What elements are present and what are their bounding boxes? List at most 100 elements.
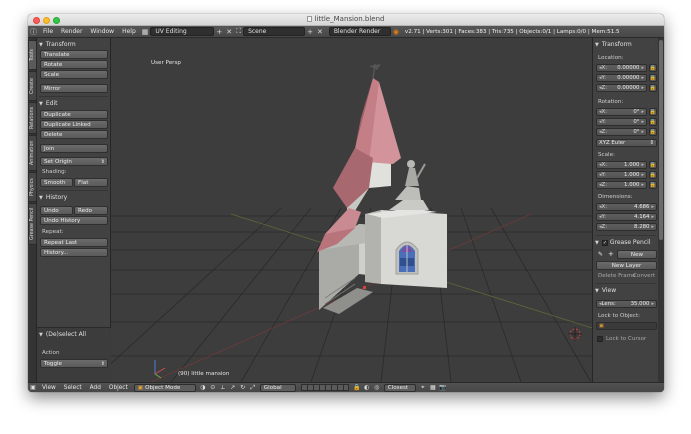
shade-smooth-button[interactable]: Smooth — [40, 178, 73, 187]
lock-object-field[interactable]: ▣ — [596, 322, 657, 330]
increment-arrow-icon[interactable]: ▸ — [651, 204, 654, 210]
increment-arrow-icon[interactable]: ▸ — [641, 182, 644, 188]
lock-to-cursor-checkbox[interactable] — [597, 336, 603, 342]
remove-scene-icon[interactable]: ✕ — [317, 28, 323, 36]
delete-frame-button[interactable]: Delete Frame — [598, 273, 636, 279]
location-y-field[interactable]: ◂ Y: 0.00000 ▸ — [596, 74, 647, 82]
grease-pencil-panel-header[interactable]: ▼ ✓ Grease Pencil ⋰ — [595, 238, 656, 247]
dimensions-z-field[interactable]: ◂ Z: 8.280 ▸ — [596, 223, 657, 231]
panel-grip-icon[interactable]: ⋰ — [102, 101, 107, 107]
panel-grip-icon[interactable]: ⋰ — [650, 288, 655, 294]
lock-icon[interactable]: 🔒 — [649, 181, 657, 189]
tab-grease-pencil[interactable]: Grease Pencil — [28, 203, 37, 245]
repeat-history-button[interactable]: History... — [40, 248, 108, 257]
opengl-render-icon[interactable]: 📷 — [439, 384, 447, 392]
undo-button[interactable]: Undo — [40, 206, 73, 215]
set-origin-button[interactable]: Set Origin ⇕ — [40, 157, 108, 166]
new-layer-button[interactable]: New Layer — [596, 261, 657, 270]
increment-arrow-icon[interactable]: ▸ — [641, 75, 644, 81]
scale-button[interactable]: Scale — [40, 70, 108, 79]
convert-button[interactable]: Convert — [633, 273, 655, 279]
panel-grip-icon[interactable]: ⋰ — [103, 332, 108, 338]
tab-physics[interactable]: Physics — [28, 172, 37, 202]
rotate-manipulator-icon[interactable]: ↻ — [239, 384, 247, 392]
scene-icon[interactable]: ⛶ — [236, 27, 241, 36]
add-screen-icon[interactable]: + — [216, 28, 222, 36]
increment-arrow-icon[interactable]: ▸ — [641, 162, 644, 168]
rotate-button[interactable]: Rotate — [40, 60, 108, 69]
scene-selector[interactable]: Scene — [243, 27, 306, 36]
lock-layers-icon[interactable]: 🔒 — [353, 384, 361, 392]
rotation-x-field[interactable]: ◂ X: 0° ▸ — [596, 108, 647, 116]
panel-grip-icon[interactable]: ⋰ — [650, 240, 655, 246]
rotation-y-field[interactable]: ◂ Y: 0° ▸ — [596, 118, 647, 126]
layer-grid[interactable] — [300, 384, 349, 391]
panel-grip-icon[interactable]: ⋰ — [102, 195, 107, 201]
increment-arrow-icon[interactable]: ▸ — [641, 172, 644, 178]
screen-layout-selector[interactable]: UV Editing — [150, 27, 215, 36]
repeat-last-button[interactable]: Repeat Last — [40, 238, 108, 247]
lock-icon[interactable]: 🔒 — [649, 128, 657, 136]
tab-create[interactable]: Create — [28, 71, 37, 101]
lock-icon[interactable]: 🔒 — [649, 171, 657, 179]
undo-history-button[interactable]: Undo History — [40, 216, 108, 225]
render-engine-selector[interactable]: Blender Render — [328, 27, 391, 36]
mirror-button[interactable]: Mirror — [40, 84, 108, 93]
dimensions-x-field[interactable]: ◂ X: 4.686 ▸ — [596, 203, 657, 211]
mansion-model[interactable] — [317, 63, 447, 314]
scrollbar-thumb[interactable] — [659, 40, 663, 240]
duplicate-button[interactable]: Duplicate — [40, 110, 108, 119]
panel-grip-icon[interactable]: ⋰ — [102, 42, 107, 48]
action-selector[interactable]: Toggle ⇕ — [40, 359, 108, 368]
increment-arrow-icon[interactable]: ▸ — [641, 109, 644, 115]
lock-icon[interactable]: 🔒 — [649, 74, 657, 82]
transform-orientation-selector[interactable]: Global — [259, 383, 296, 392]
delete-button[interactable]: Delete — [40, 130, 108, 139]
scale-manipulator-icon[interactable]: ⤢ — [249, 384, 257, 392]
operator-panel-header[interactable]: ▼ (De)select All ⋰ — [39, 330, 109, 339]
editor-type-3d-view-icon[interactable]: ▣ — [29, 384, 37, 392]
translate-button[interactable]: Translate — [40, 50, 108, 59]
manipulator-toggle-icon[interactable]: ⟂ — [219, 384, 227, 392]
add-scene-icon[interactable]: + — [307, 28, 313, 36]
scale-z-field[interactable]: ◂ Z: 1.000 ▸ — [596, 181, 647, 189]
lock-icon[interactable]: 🔒 — [649, 118, 657, 126]
interaction-mode-selector[interactable]: ▣ Object Mode — [133, 383, 196, 392]
scale-y-field[interactable]: ◂ Y: 1.000 ▸ — [596, 171, 647, 179]
tab-animation[interactable]: Animation — [28, 135, 37, 171]
render-layer-icon[interactable]: ◐ — [363, 384, 371, 392]
tab-tools[interactable]: Tools — [28, 40, 37, 70]
location-z-field[interactable]: ◂ Z: 0.00000 ▸ — [596, 84, 647, 92]
rotation-mode-selector[interactable]: XYZ Euler ⇕ — [596, 139, 657, 147]
screen-layout-icon[interactable]: ▦ — [142, 28, 149, 36]
duplicate-linked-button[interactable]: Duplicate Linked — [40, 120, 108, 129]
menu-help[interactable]: Help — [118, 28, 140, 35]
menu-render[interactable]: Render — [57, 28, 86, 35]
edit-panel-header[interactable]: ▼ Edit ⋰ — [39, 99, 108, 108]
pivot-point-icon[interactable]: ⊙ — [209, 384, 217, 392]
grease-pencil-checkbox[interactable]: ✓ — [601, 239, 608, 246]
proportional-falloff-selector[interactable]: Closest — [383, 383, 416, 392]
snap-element-icon[interactable]: ▦ — [429, 384, 437, 392]
menu-object[interactable]: Object — [105, 385, 132, 391]
menu-select[interactable]: Select — [60, 385, 86, 391]
menu-add[interactable]: Add — [86, 385, 105, 391]
join-button[interactable]: Join — [40, 144, 108, 153]
translate-manipulator-icon[interactable]: ↗ — [229, 384, 237, 392]
increment-arrow-icon[interactable]: ▸ — [651, 224, 654, 230]
lock-icon[interactable]: 🔒 — [649, 64, 657, 72]
rotation-z-field[interactable]: ◂ Z: 0° ▸ — [596, 128, 647, 136]
tab-relations[interactable]: Relations — [28, 102, 37, 134]
remove-screen-icon[interactable]: ✕ — [226, 28, 232, 36]
lock-icon[interactable]: 🔒 — [649, 161, 657, 169]
editor-type-info-icon[interactable]: ⓘ — [30, 27, 37, 37]
increment-arrow-icon[interactable]: ▸ — [641, 129, 644, 135]
increment-arrow-icon[interactable]: ▸ — [641, 119, 644, 125]
panel-grip-icon[interactable]: ⋰ — [650, 42, 655, 48]
properties-scrollbar[interactable] — [658, 38, 664, 382]
menu-file[interactable]: File — [39, 28, 57, 35]
n-transform-panel-header[interactable]: ▼ Transform ⋰ — [595, 40, 656, 49]
lock-icon[interactable]: 🔒 — [649, 108, 657, 116]
shade-flat-button[interactable]: Flat — [74, 178, 108, 187]
view-panel-header[interactable]: ▼ View ⋰ — [595, 286, 656, 295]
